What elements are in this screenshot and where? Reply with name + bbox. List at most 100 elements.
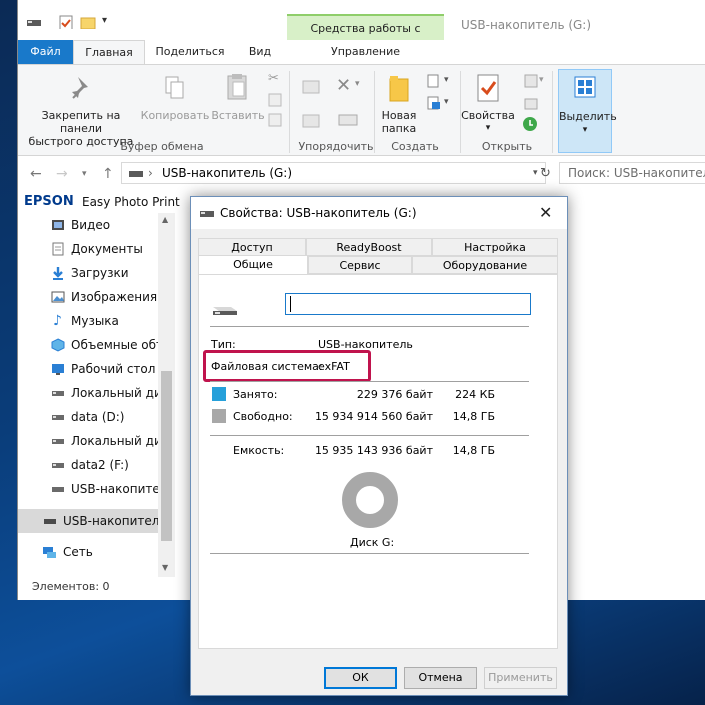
- edit-icon[interactable]: [523, 95, 539, 111]
- paste-icon: [227, 74, 247, 100]
- downloads-icon: [53, 267, 63, 280]
- tab-manage[interactable]: Управление: [287, 40, 444, 64]
- pin-icon: [72, 77, 88, 99]
- open-icon[interactable]: [523, 73, 539, 89]
- nav-item-desktop[interactable]: Рабочий стол: [18, 357, 158, 381]
- scroll-up-icon[interactable]: ▲: [162, 215, 168, 224]
- new-folder-button[interactable]: Новая папка: [374, 109, 424, 135]
- disk-usage-donut: [342, 472, 398, 528]
- pictures-icon: [51, 291, 65, 303]
- history-icon[interactable]: [521, 115, 539, 133]
- new-folder-icon: [389, 76, 409, 102]
- forward-arrow-icon[interactable]: →: [56, 166, 68, 182]
- nav-item-music[interactable]: ♪ Музыка: [18, 309, 158, 333]
- nav-item-label: data (D:): [71, 410, 125, 424]
- search-input[interactable]: Поиск: USB-накопитель (G:): [559, 162, 705, 184]
- select-all-icon: [574, 76, 596, 98]
- ribbon: Закрепить на панели быстрого доступа Коп…: [18, 64, 705, 156]
- cut-icon[interactable]: ✂: [268, 71, 279, 86]
- volume-name-input[interactable]: [285, 293, 531, 315]
- tab-view[interactable]: Вид: [235, 40, 285, 64]
- cancel-button[interactable]: Отмена: [404, 667, 477, 689]
- move-to-icon[interactable]: [301, 77, 323, 97]
- qat-dropdown-icon[interactable]: ▾: [102, 15, 107, 26]
- open-dropdown-icon[interactable]: ▾: [539, 75, 544, 85]
- easy-access-dropdown-icon[interactable]: ▾: [444, 97, 449, 107]
- status-bar-text: Элементов: 0: [32, 580, 110, 593]
- new-folder-icon[interactable]: [80, 15, 96, 29]
- drive-icon: [52, 463, 64, 468]
- close-icon[interactable]: ✕: [539, 203, 552, 222]
- paste-shortcut-icon[interactable]: [268, 113, 282, 127]
- tab-sharing[interactable]: Доступ: [198, 238, 306, 256]
- nav-item-data2-f[interactable]: data2 (F:): [18, 453, 158, 477]
- usb-drive-icon: [200, 211, 214, 217]
- capacity-size: 14,8 ГБ: [452, 444, 495, 457]
- properties-dropdown-icon: ▾: [485, 123, 491, 133]
- free-space-swatch: [212, 409, 226, 423]
- nav-item-label: Загрузки: [71, 266, 129, 280]
- select-label: Выделить: [559, 110, 617, 123]
- recent-locations-icon[interactable]: ▾: [82, 169, 87, 179]
- nav-item-data-d[interactable]: data (D:): [18, 405, 158, 429]
- nav-item-label: data2 (F:): [71, 458, 129, 472]
- tab-share[interactable]: Поделиться: [145, 40, 235, 64]
- tab-home[interactable]: Главная: [73, 40, 145, 64]
- copy-to-icon[interactable]: [301, 111, 323, 131]
- scroll-down-icon[interactable]: ▼: [162, 563, 168, 572]
- properties-button[interactable]: Свойства ▾: [458, 109, 518, 135]
- properties-dialog: Свойства: USB-накопитель (G:) ✕ Доступ R…: [190, 196, 568, 696]
- refresh-icon[interactable]: ↻: [540, 166, 551, 181]
- dialog-titlebar: Свойства: USB-накопитель (G:) ✕: [191, 197, 567, 229]
- nav-item-local-disk-e[interactable]: Локальный дис: [18, 429, 168, 453]
- nav-item-usb-drive[interactable]: USB-накопител: [18, 477, 167, 501]
- address-dropdown-icon[interactable]: ▾: [533, 163, 538, 183]
- nav-item-network[interactable]: Сеть: [18, 540, 158, 564]
- used-space-swatch: [212, 387, 226, 401]
- ok-button[interactable]: ОК: [324, 667, 397, 689]
- rename-icon[interactable]: [338, 111, 358, 129]
- delete-dropdown-icon[interactable]: ▾: [355, 79, 360, 89]
- new-item-dropdown-icon[interactable]: ▾: [444, 75, 449, 85]
- new-folder-label-line2: папка: [381, 122, 417, 135]
- copy-path-icon[interactable]: [268, 93, 282, 107]
- address-bar[interactable]: › USB-накопитель (G:) ▾: [121, 162, 546, 184]
- back-arrow-icon[interactable]: ←: [30, 166, 42, 182]
- copy-icon: [165, 76, 184, 99]
- nav-item-usb-drive-selected[interactable]: USB-накопитель: [18, 509, 167, 533]
- nav-item-label: Сеть: [63, 545, 93, 559]
- new-item-icon[interactable]: [426, 73, 442, 89]
- nav-item-local-disk-c[interactable]: Локальный дис: [18, 381, 168, 405]
- capacity-label: Емкость:: [233, 444, 285, 457]
- apply-button[interactable]: Применить: [484, 667, 557, 689]
- tab-customize[interactable]: Настройка: [432, 238, 558, 256]
- tab-general[interactable]: Общие: [198, 255, 308, 275]
- copy-button[interactable]: Копировать: [140, 109, 210, 122]
- tab-readyboost[interactable]: ReadyBoost: [306, 238, 432, 256]
- tab-tools[interactable]: Сервис: [308, 256, 412, 274]
- properties-check-icon[interactable]: [58, 15, 74, 29]
- paste-button[interactable]: Вставить: [210, 109, 266, 122]
- nav-pane-scrollbar[interactable]: ▲ ▼: [158, 213, 175, 577]
- divider: [210, 326, 529, 327]
- tab-hardware[interactable]: Оборудование: [412, 256, 558, 274]
- free-label: Свободно:: [233, 410, 293, 423]
- epson-photo-print-button[interactable]: Easy Photo Print: [82, 195, 180, 209]
- select-button[interactable]: Выделить ▾: [558, 69, 617, 153]
- nav-item-pictures[interactable]: Изображения: [18, 285, 158, 309]
- easy-access-icon[interactable]: [426, 95, 442, 111]
- nav-item-downloads[interactable]: Загрузки: [18, 261, 158, 285]
- nav-item-3d-objects[interactable]: Объемные объ: [18, 333, 165, 357]
- scrollbar-thumb[interactable]: [161, 371, 172, 541]
- tab-file[interactable]: Файл: [18, 40, 73, 64]
- drive-icon: [52, 415, 64, 420]
- delete-icon[interactable]: ✕: [336, 75, 351, 96]
- nav-item-label: Музыка: [71, 314, 119, 328]
- nav-item-video[interactable]: Видео: [18, 213, 158, 237]
- group-label-clipboard: Буфер обмена: [120, 140, 204, 153]
- new-folder-label-line1: Новая: [381, 109, 417, 122]
- divider: [210, 381, 529, 382]
- properties-label: Свойства: [461, 109, 515, 122]
- nav-item-documents[interactable]: Документы: [18, 237, 158, 261]
- up-arrow-icon[interactable]: ↑: [102, 166, 114, 182]
